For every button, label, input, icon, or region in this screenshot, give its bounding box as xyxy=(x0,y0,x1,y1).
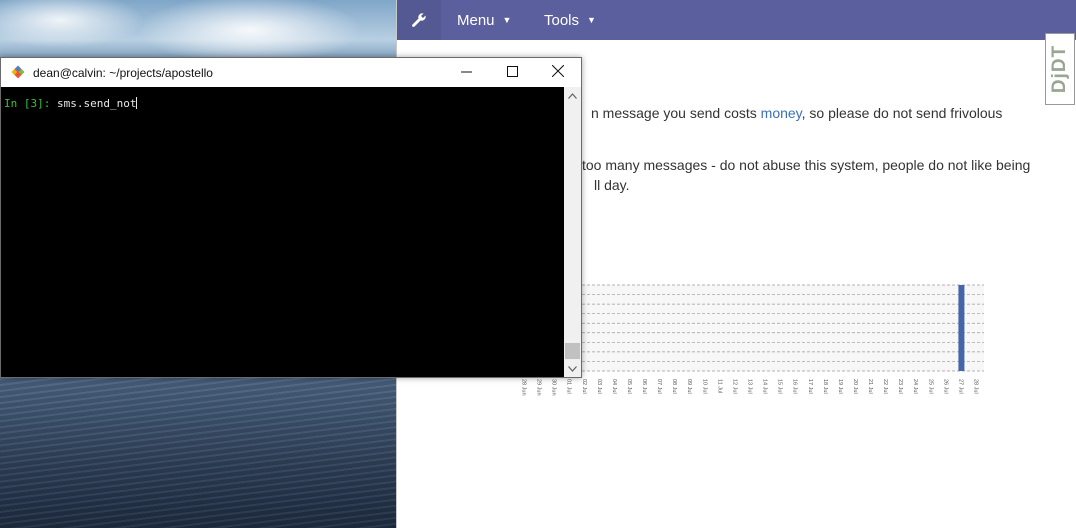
chart-tick-label: 20 Jul xyxy=(852,379,858,394)
chart-tick-label: 22 Jul xyxy=(882,379,888,394)
chart-tick-label: 10 Jul xyxy=(701,379,707,394)
chart-tick-label: 26 Jul xyxy=(942,379,948,394)
wallpaper-water xyxy=(0,378,396,528)
caret-down-icon: ▼ xyxy=(587,15,596,25)
abuse-warning-text-continued: ll day. xyxy=(594,177,630,193)
scroll-up-icon[interactable] xyxy=(564,87,581,104)
maximize-button[interactable] xyxy=(489,58,535,87)
chart-tick-label: 06 Jul xyxy=(641,379,647,394)
chart-tick-label: 29 Jun xyxy=(536,379,542,396)
terminal-body[interactable]: In [3]: sms.send_not xyxy=(1,87,564,377)
chart-tick-label: 21 Jul xyxy=(867,379,873,394)
close-icon xyxy=(551,64,565,82)
terminal-scrollbar[interactable] xyxy=(564,87,581,377)
caret-down-icon: ▼ xyxy=(502,15,512,25)
chart-bar xyxy=(958,285,965,371)
debug-toolbar-label: DjDT xyxy=(1049,44,1071,94)
nav-tools-label: Tools xyxy=(544,11,580,29)
chart-tick-label: 28 Jun xyxy=(521,379,527,396)
chart-tick-label: 04 Jul xyxy=(611,379,617,394)
chart-tick-label: 08 Jul xyxy=(671,379,677,394)
chart-tick-label: 27 Jul xyxy=(957,379,963,394)
abuse-warning-text: too many messages - do not abuse this sy… xyxy=(582,157,1031,173)
debug-toolbar-handle[interactable]: DjDT xyxy=(1045,33,1075,105)
nav-tools-dropdown[interactable]: Tools ▼ xyxy=(544,0,596,40)
chart-tick-label: 13 Jul xyxy=(747,379,753,394)
chart-tick-label: 28 Jul xyxy=(972,379,978,394)
chart-tick-label: 25 Jul xyxy=(927,379,933,394)
minimize-icon xyxy=(460,64,472,82)
chart-tick-label: 01 Jul xyxy=(566,379,572,394)
wrench-icon[interactable] xyxy=(397,0,441,40)
top-navbar: Menu ▼ Tools ▼ xyxy=(397,0,1076,40)
chart-tick-label: 07 Jul xyxy=(656,379,662,394)
chart-tick-label: 19 Jul xyxy=(837,379,843,394)
chart-tick-label: 05 Jul xyxy=(626,379,632,394)
maximize-icon xyxy=(506,64,518,82)
cost-warning-text: n message you send costs money, so pleas… xyxy=(591,104,1002,123)
terminal-input-line[interactable]: In [3]: sms.send_not xyxy=(4,97,138,110)
text-cursor xyxy=(136,97,138,109)
chart-tick-label: 15 Jul xyxy=(777,379,783,394)
chart-tick-label: 24 Jul xyxy=(912,379,918,394)
money-link[interactable]: money xyxy=(761,105,802,121)
chart-plot-area xyxy=(517,285,984,371)
terminal-title: dean@calvin: ~/projects/apostello xyxy=(33,66,213,80)
nav-menu-label: Menu xyxy=(457,11,495,29)
chart-tick-label: 14 Jul xyxy=(762,379,768,394)
close-button[interactable] xyxy=(535,58,581,87)
terminal-window: dean@calvin: ~/projects/apostello In [3]… xyxy=(0,57,582,378)
terminal-prompt: In [3]: xyxy=(4,97,57,110)
nav-menu-dropdown[interactable]: Menu ▼ xyxy=(457,0,511,40)
scrollbar-thumb[interactable] xyxy=(565,343,580,359)
chart-tick-label: 11 Jul xyxy=(716,379,722,393)
terminal-titlebar[interactable]: dean@calvin: ~/projects/apostello xyxy=(1,58,581,87)
git-diamond-icon xyxy=(11,65,25,84)
chart-tick-label: 18 Jul xyxy=(822,379,828,394)
chart-tick-label: 17 Jul xyxy=(807,379,813,394)
terminal-input[interactable]: sms.send_not xyxy=(57,97,136,110)
cost-warning-post: , so please do not send frivolous xyxy=(801,105,1003,121)
chart-tick-label: 03 Jul xyxy=(596,379,602,394)
chart-tick-label: 23 Jul xyxy=(897,379,903,394)
chart-tick-label: 02 Jul xyxy=(581,379,587,394)
cost-warning-pre: n message you send costs xyxy=(591,105,761,121)
minimize-button[interactable] xyxy=(443,58,489,87)
chart-tick-label: 30 Jun xyxy=(551,379,557,396)
chart-tick-label: 09 Jul xyxy=(686,379,692,394)
chart-tick-label: 16 Jul xyxy=(792,379,798,394)
scroll-down-icon[interactable] xyxy=(564,360,581,377)
messages-chart: 28 Jun 29 Jun 30 Jun 01 Jul 02 Jul 03 Jul 04 J… xyxy=(517,284,984,396)
chart-tick-label: 12 Jul xyxy=(731,379,737,394)
